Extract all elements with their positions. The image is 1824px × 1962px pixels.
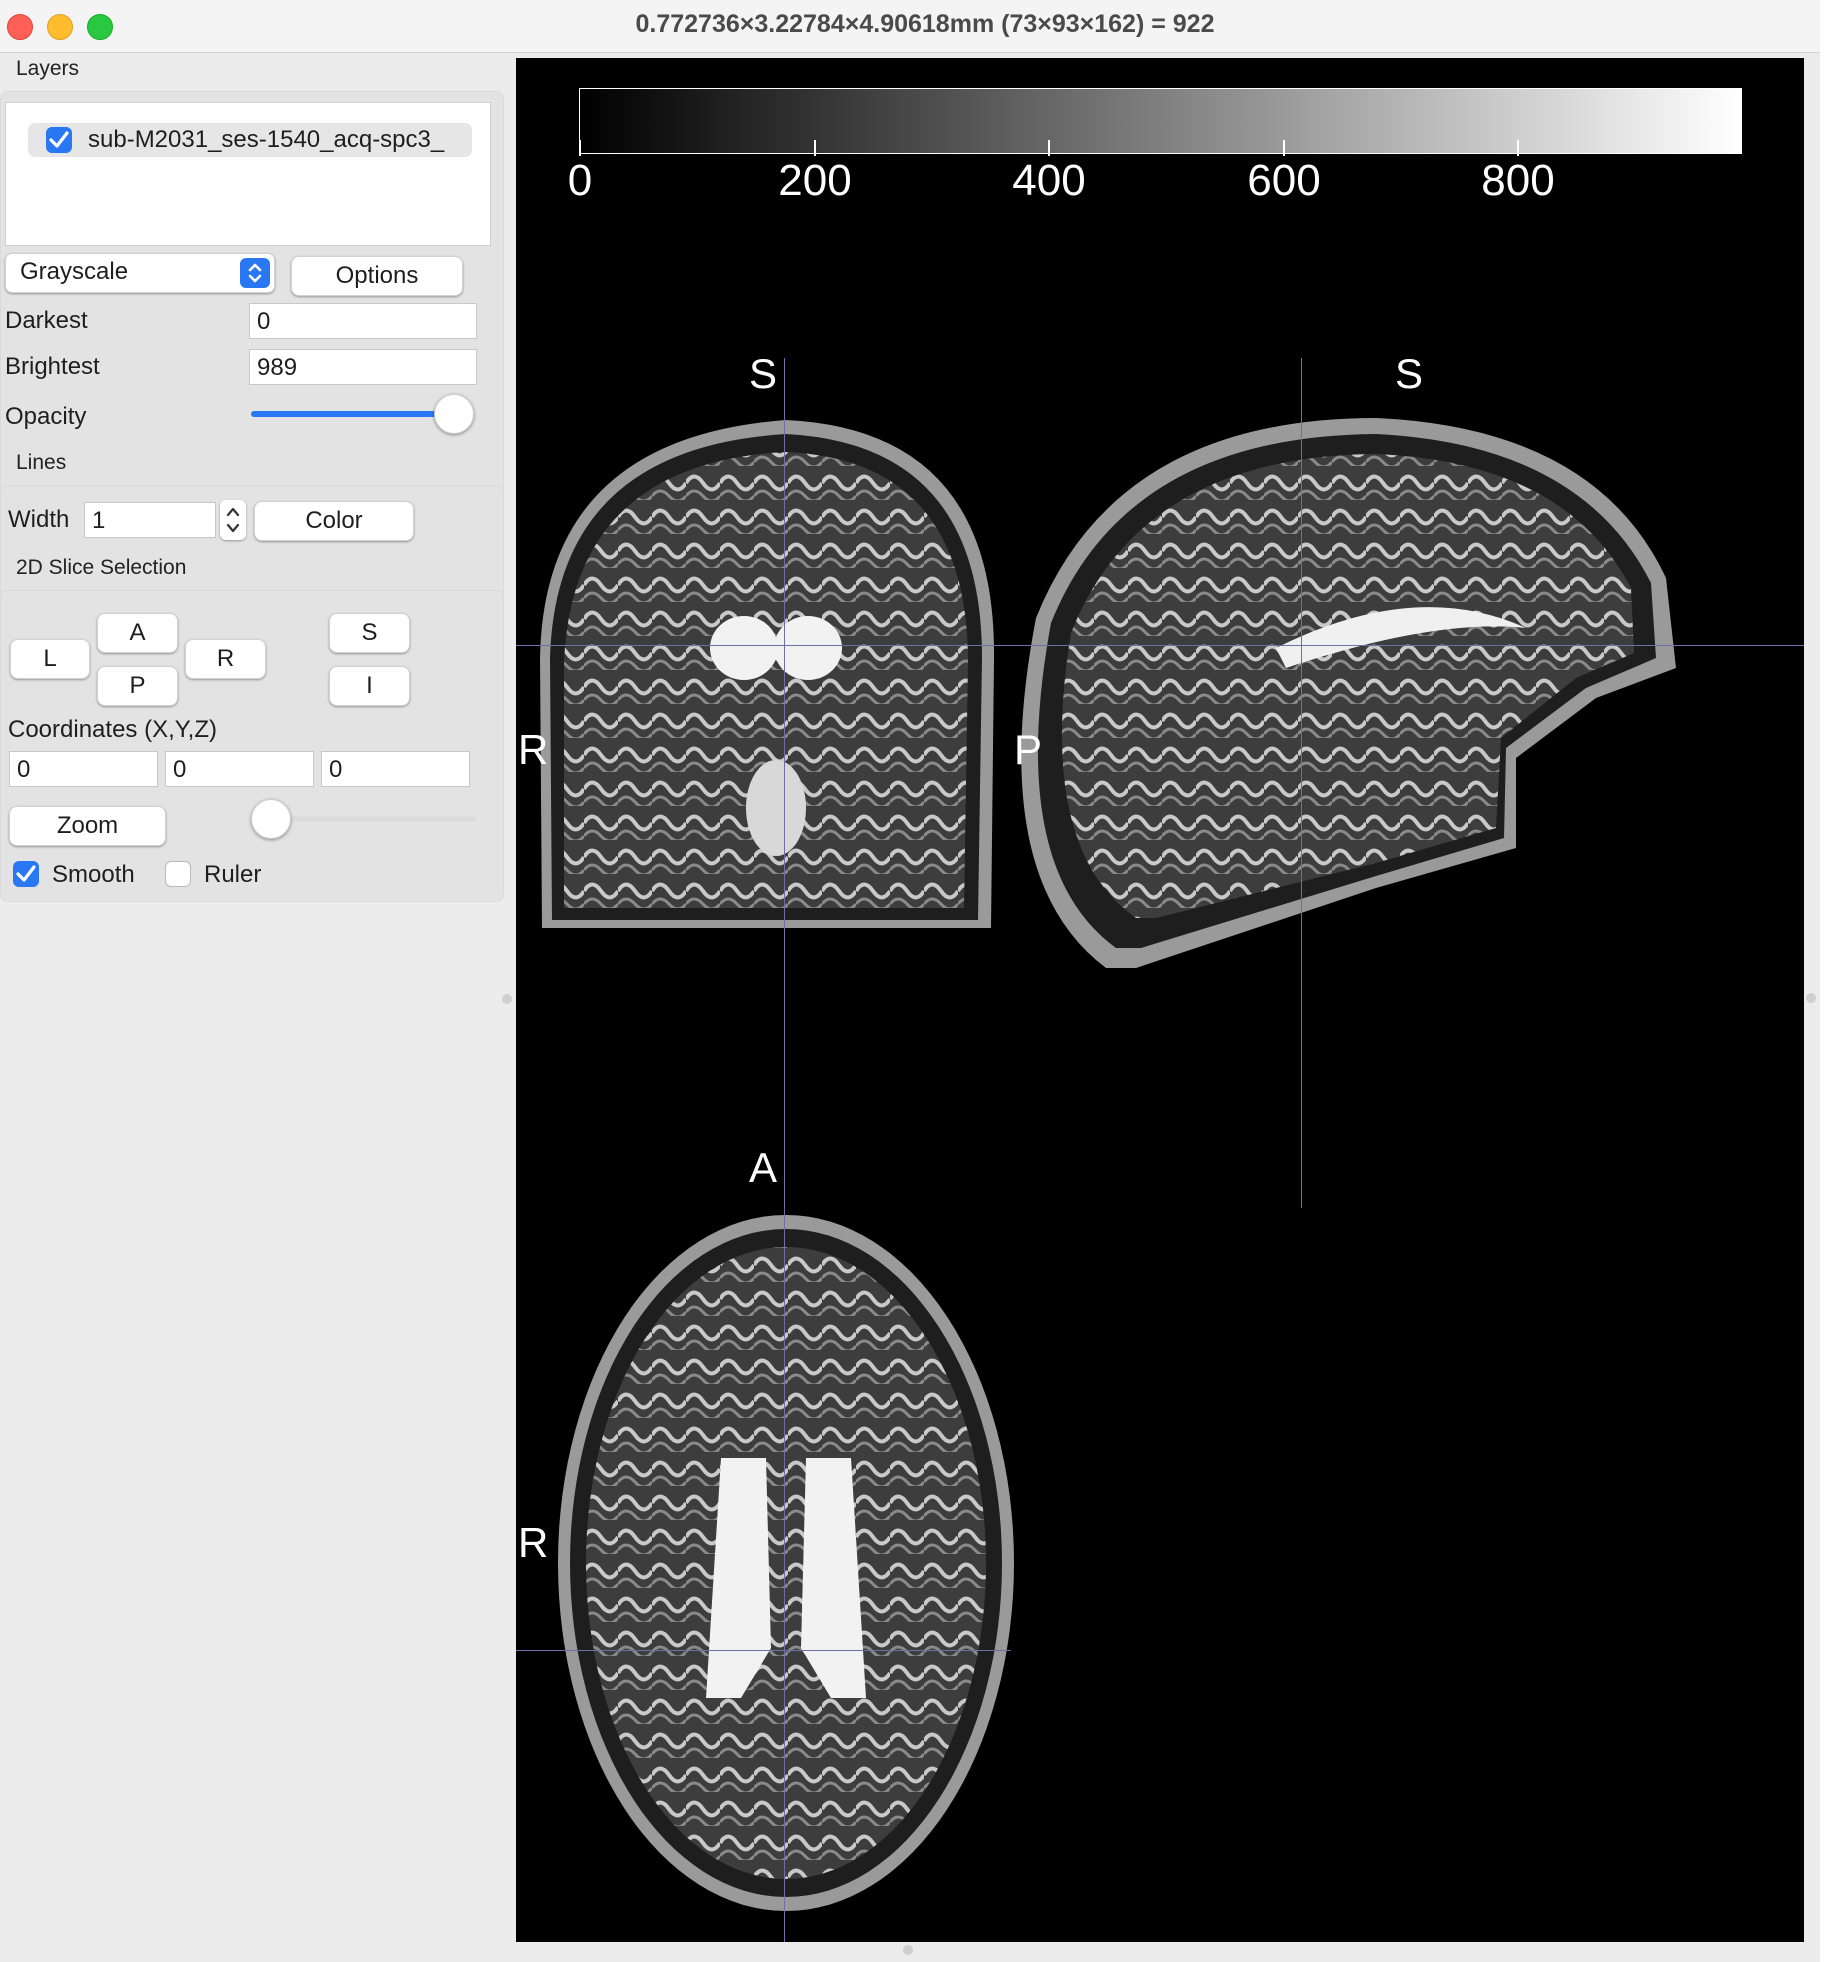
line-width-input[interactable]: 1	[84, 502, 216, 538]
sagittal-slice	[1021, 418, 1676, 968]
sagittal-left-label: P	[1014, 726, 1043, 773]
width-label: Width	[8, 506, 70, 533]
stepper-arrows-icon	[226, 507, 240, 533]
brightest-input[interactable]: 989	[249, 349, 477, 385]
sagittal-top-label: S	[1395, 350, 1424, 397]
coronal-top-label: S	[749, 350, 778, 397]
inferior-view-button[interactable]: I	[329, 666, 410, 706]
layer-name: sub-M2031_ses-1540_acq-spc3_	[88, 126, 445, 153]
coord-x-input[interactable]: 0	[9, 751, 158, 787]
line-width-stepper[interactable]	[220, 500, 246, 540]
axial-left-label: R	[518, 1519, 549, 1566]
right-splitter-handle[interactable]	[1806, 993, 1816, 1003]
crosshair-vertical-sagittal	[1301, 358, 1302, 1208]
crosshair-vertical-coronal-axial	[784, 358, 785, 1942]
coordinates-label: Coordinates (X,Y,Z)	[8, 716, 217, 743]
opacity-label: Opacity	[5, 403, 87, 430]
darkest-input[interactable]: 0	[249, 303, 477, 339]
layer-visible-checkbox[interactable]	[46, 127, 72, 153]
opacity-slider-knob[interactable]	[434, 394, 474, 434]
crosshair-horizontal	[516, 645, 1804, 646]
left-view-button[interactable]: L	[10, 639, 90, 679]
line-color-button[interactable]: Color	[254, 501, 414, 541]
checkmark-icon	[16, 865, 36, 882]
crosshair-horizontal-axial	[516, 1650, 1011, 1651]
lines-group	[0, 485, 504, 607]
zoom-button[interactable]: Zoom	[9, 806, 166, 846]
superior-view-button[interactable]: S	[329, 613, 410, 653]
posterior-view-button[interactable]: P	[97, 666, 178, 706]
bottom-splitter-handle[interactable]	[903, 1945, 913, 1955]
layer-list[interactable]: sub-M2031_ses-1540_acq-spc3_	[5, 102, 491, 246]
lines-group-label: Lines	[16, 451, 67, 474]
colormap-select[interactable]: Grayscale	[5, 253, 275, 293]
brightest-label: Brightest	[5, 353, 100, 380]
axial-slice	[558, 1215, 1014, 1911]
smooth-checkbox[interactable]	[13, 861, 39, 887]
options-button[interactable]: Options	[291, 256, 463, 296]
ruler-label: Ruler	[204, 861, 262, 888]
up-down-chevron-icon	[240, 258, 270, 288]
coord-z-input[interactable]: 0	[321, 751, 470, 787]
smooth-label: Smooth	[52, 861, 135, 888]
control-panel: Layers sub-M2031_ses-1540_acq-spc3_ Gray…	[0, 53, 512, 1962]
splitter-handle[interactable]	[502, 994, 512, 1004]
right-view-button[interactable]: R	[185, 639, 266, 679]
darkest-label: Darkest	[5, 307, 88, 334]
slice-viewer[interactable]: 0 200 400 600 800 S R S P A R	[516, 58, 1804, 1942]
colormap-value: Grayscale	[20, 258, 129, 285]
axial-top-label: A	[749, 1144, 778, 1191]
zoom-slider-knob[interactable]	[251, 799, 291, 839]
window-title: 0.772736×3.22784×4.90618mm (73×93×162) =…	[635, 10, 1215, 38]
coord-y-input[interactable]: 0	[165, 751, 314, 787]
coronal-slice	[540, 420, 995, 928]
app-window: 0.772736×3.22784×4.90618mm (73×93×162) =…	[0, 0, 1824, 1962]
checkmark-icon	[49, 131, 69, 148]
slice-selection-group	[0, 590, 504, 902]
brain-slices	[540, 418, 1676, 1911]
title-bar: 0.772736×3.22784×4.90618mm (73×93×162) =…	[0, 0, 1820, 53]
slice-selection-group-label: 2D Slice Selection	[16, 556, 187, 579]
anterior-view-button[interactable]: A	[97, 613, 178, 653]
layer-item[interactable]: sub-M2031_ses-1540_acq-spc3_	[28, 123, 472, 157]
ruler-checkbox[interactable]	[165, 861, 191, 887]
layers-group-label: Layers	[16, 57, 80, 80]
coronal-left-label: R	[518, 726, 549, 773]
